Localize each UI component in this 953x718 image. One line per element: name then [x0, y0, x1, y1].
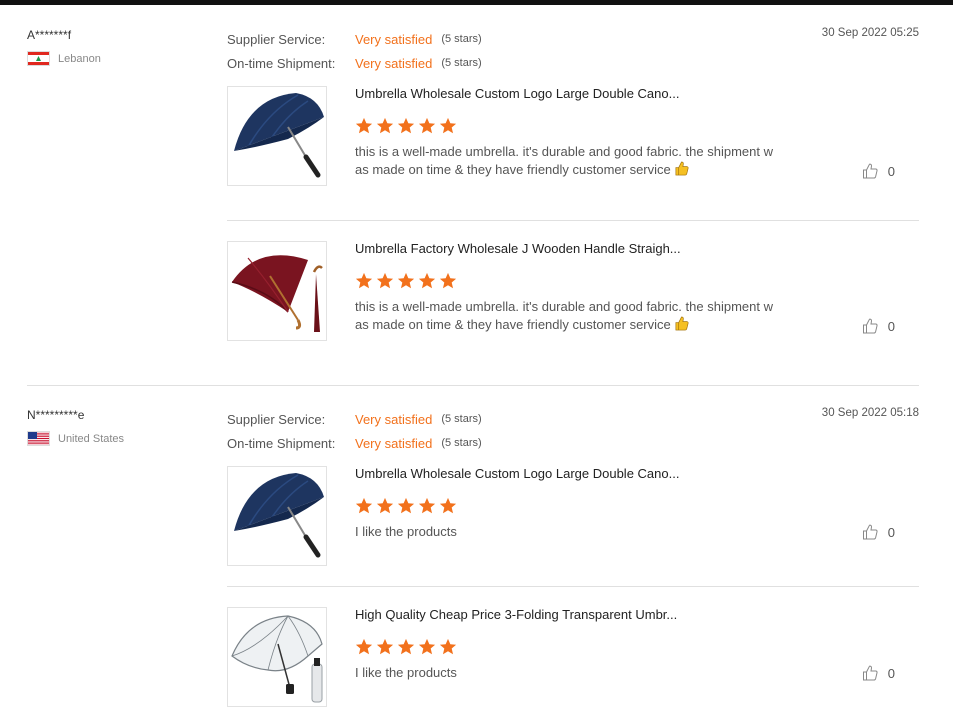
maroon-wooden-handle-umbrella-icon: [231, 255, 323, 332]
product-image[interactable]: [227, 86, 327, 186]
product-title[interactable]: Umbrella Factory Wholesale J Wooden Hand…: [355, 241, 681, 256]
rating-stars-text: (5 stars): [441, 57, 482, 69]
comment-line: as made on time & they have friendly cus…: [355, 162, 671, 177]
star-icon: [355, 638, 373, 655]
review-comment: this is a well-made umbrella. it's durab…: [355, 298, 801, 334]
thumbs-up-icon: [862, 318, 878, 334]
review-date: 30 Sep 2022 05:18: [821, 407, 919, 419]
like-button[interactable]: 0: [862, 318, 895, 334]
star-icon: [376, 117, 394, 134]
star-icon: [397, 117, 415, 134]
like-button[interactable]: 0: [862, 163, 895, 179]
product-star-rating: [355, 272, 457, 290]
transparent-folding-umbrella-icon: [231, 615, 323, 703]
star-icon: [439, 117, 457, 134]
star-icon: [355, 117, 373, 134]
like-count: 0: [887, 163, 895, 179]
rating-label: Supplier Service:: [227, 411, 326, 427]
product-star-rating: [355, 497, 457, 515]
product-image[interactable]: [227, 607, 327, 707]
thumbs-up-emoji-icon: [675, 161, 689, 176]
product-title[interactable]: Umbrella Wholesale Custom Logo Large Dou…: [355, 86, 679, 101]
like-count: 0: [887, 665, 895, 681]
star-icon: [439, 272, 457, 289]
rating-value: Very satisfied: [355, 55, 433, 71]
product-image[interactable]: [227, 466, 327, 566]
comment-line: this is a well-made umbrella. it's durab…: [355, 299, 773, 314]
like-count: 0: [887, 318, 895, 334]
thumbs-up-icon: [862, 163, 878, 179]
comment-line: this is a well-made umbrella. it's durab…: [355, 144, 773, 159]
rating-value: Very satisfied: [355, 411, 433, 427]
product-star-rating: [355, 117, 457, 135]
product-title[interactable]: Umbrella Wholesale Custom Logo Large Dou…: [355, 466, 679, 481]
star-icon: [397, 272, 415, 289]
reviewer-country: Lebanon: [27, 51, 101, 66]
product-title[interactable]: High Quality Cheap Price 3-Folding Trans…: [355, 607, 677, 622]
comment-line: I like the products: [355, 524, 457, 539]
navy-golf-umbrella-icon: [234, 473, 324, 558]
like-button[interactable]: 0: [862, 524, 895, 540]
top-border: [0, 0, 953, 5]
star-icon: [418, 497, 436, 514]
supplier-service-rating: Supplier Service: Very satisfied (5 star…: [227, 27, 482, 51]
rating-stars-text: (5 stars): [441, 437, 482, 449]
product-image[interactable]: [227, 241, 327, 341]
comment-line: as made on time & they have friendly cus…: [355, 317, 671, 332]
review-comment: I like the products: [355, 523, 801, 541]
united-states-flag-icon: [27, 431, 50, 446]
shipment-rating: On-time Shipment: Very satisfied (5 star…: [227, 51, 482, 75]
review-comment: this is a well-made umbrella. it's durab…: [355, 143, 801, 179]
thumbs-up-icon: [862, 665, 878, 681]
supplier-service-rating: Supplier Service: Very satisfied (5 star…: [227, 407, 482, 431]
star-icon: [376, 497, 394, 514]
rating-value: Very satisfied: [355, 435, 433, 451]
review-date: 30 Sep 2022 05:25: [821, 27, 919, 39]
thumbs-up-emoji-icon: [675, 316, 689, 331]
star-icon: [376, 638, 394, 655]
star-icon: [418, 272, 436, 289]
star-icon: [439, 638, 457, 655]
rating-label: Supplier Service:: [227, 31, 326, 47]
reviewer-info: A*******f Lebanon: [27, 27, 101, 66]
review-divider: [27, 385, 919, 386]
navy-golf-umbrella-icon: [234, 93, 324, 178]
star-icon: [418, 117, 436, 134]
star-icon: [376, 272, 394, 289]
shipment-rating: On-time Shipment: Very satisfied (5 star…: [227, 431, 482, 455]
rating-stars-text: (5 stars): [441, 413, 482, 425]
thumbs-up-icon: [862, 524, 878, 540]
reviewer-country: United States: [27, 431, 124, 446]
product-star-rating: [355, 638, 457, 656]
rating-label: On-time Shipment:: [227, 435, 336, 451]
rating-label: On-time Shipment:: [227, 55, 336, 71]
star-icon: [355, 497, 373, 514]
like-button[interactable]: 0: [862, 665, 895, 681]
country-name: United States: [58, 432, 125, 445]
review-comment: I like the products: [355, 664, 801, 682]
reviewer-info: N*********e United States: [27, 407, 124, 446]
like-count: 0: [887, 524, 895, 540]
lebanon-flag-icon: [27, 51, 50, 66]
reviewer-name: A*******f: [27, 28, 72, 42]
product-divider: [227, 220, 919, 221]
reviewer-name: N*********e: [27, 408, 85, 422]
star-icon: [439, 497, 457, 514]
rating-stars-text: (5 stars): [441, 33, 482, 45]
product-divider: [227, 586, 919, 587]
rating-value: Very satisfied: [355, 31, 433, 47]
star-icon: [397, 497, 415, 514]
country-name: Lebanon: [58, 52, 101, 65]
star-icon: [397, 638, 415, 655]
supplier-ratings: Supplier Service: Very satisfied (5 star…: [227, 27, 482, 75]
star-icon: [418, 638, 436, 655]
star-icon: [355, 272, 373, 289]
supplier-ratings: Supplier Service: Very satisfied (5 star…: [227, 407, 482, 455]
comment-line: I like the products: [355, 665, 457, 680]
